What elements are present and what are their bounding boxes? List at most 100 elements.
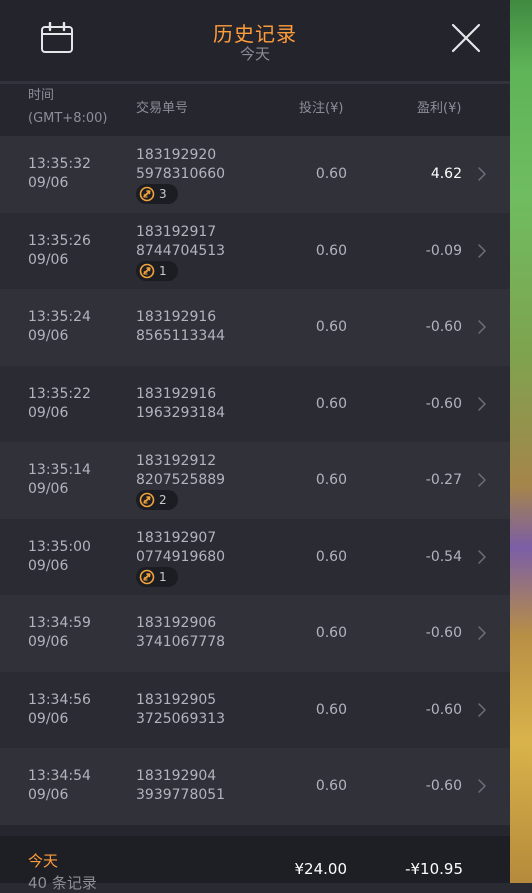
row-time-value: 13:35:32 — [28, 156, 91, 172]
history-panel: 历史记录 今天 时间 (GMT+8:00) 交易单号 投注(¥) 盈利(¥) 1… — [0, 0, 510, 892]
row-order-id-line2: 0774919680 — [136, 548, 226, 565]
row-time-value: 13:35:22 — [28, 385, 91, 402]
row-date-value: 09/06 — [28, 175, 69, 191]
spin-icon — [139, 569, 155, 584]
row-time: 13:35:26 09/06 — [28, 232, 91, 270]
row-order-id: 183192907 0774919680 — [136, 529, 225, 567]
row-date-value: 09/06 — [28, 481, 69, 497]
history-row[interactable]: 13:35:24 09/06 183192916 8565113344 0.60 -0.6… — [0, 289, 510, 366]
row-profit: -0.27 — [425, 472, 462, 488]
row-profit: -0.60 — [425, 319, 462, 335]
row-time-value: 13:34:56 — [28, 691, 91, 708]
history-row[interactable]: 13:35:00 09/06 183192907 0774919680 1 0.60 -0.… — [0, 518, 510, 595]
row-date-value: 09/06 — [28, 328, 69, 344]
row-order-id-line2: 3939778051 — [136, 787, 226, 803]
total-bet: ¥24.00 — [294, 860, 348, 878]
column-header-order-id: 交易单号 — [136, 101, 189, 116]
free-spin-badge: 3 — [136, 184, 178, 204]
row-time: 13:34:54 09/06 — [28, 767, 91, 805]
total-profit: -¥10.95 — [405, 860, 463, 878]
row-profit: -0.09 — [425, 242, 462, 259]
row-profit: -0.60 — [425, 395, 462, 412]
history-row[interactable]: 13:35:14 09/06 183192912 8207525889 2 0.60 -0.… — [0, 442, 510, 519]
row-order-id-line1: 183192906 — [136, 615, 217, 631]
row-bet: 0.60 — [315, 319, 347, 335]
row-order-id-line1: 183192907 — [136, 529, 217, 546]
history-row[interactable]: 13:35:32 09/06 183192920 5978310660 3 0.60 4.6… — [0, 136, 510, 213]
history-row[interactable]: 13:34:56 09/06 183192905 3725069313 0.60 -0.6… — [0, 671, 510, 748]
free-spin-badge: 1 — [136, 566, 178, 587]
column-header-time: 时间 (GMT+8:00) — [28, 85, 107, 129]
row-order-id-line1: 183192916 — [136, 309, 217, 325]
row-order-id-line1: 183192920 — [136, 147, 217, 163]
chevron-right-icon[interactable] — [476, 702, 488, 718]
row-bet: 0.60 — [315, 166, 347, 182]
chevron-right-icon[interactable] — [476, 625, 488, 641]
row-time-value: 13:34:59 — [28, 615, 91, 631]
column-header-bet: 投注(¥) — [299, 101, 344, 116]
free-spin-count: 3 — [159, 187, 167, 201]
row-order-id-line1: 183192916 — [136, 385, 217, 402]
free-spin-count: 1 — [159, 263, 167, 278]
history-row[interactable]: 13:34:54 09/06 183192904 3939778051 0.60 -0.6… — [0, 748, 510, 825]
row-order-id-line1: 183192917 — [136, 223, 217, 240]
row-order-id: 183192916 1963293184 — [136, 385, 225, 423]
row-date-value: 09/06 — [28, 710, 69, 727]
header-divider — [0, 81, 510, 84]
row-time: 13:35:32 09/06 — [28, 155, 91, 193]
history-row[interactable]: 13:34:59 09/06 183192906 3741067778 0.60 -0.6… — [0, 595, 510, 672]
row-time-value: 13:35:26 — [28, 232, 91, 249]
row-date-value: 09/06 — [28, 251, 69, 268]
row-order-id-line1: 183192904 — [136, 768, 217, 784]
chevron-right-icon[interactable] — [476, 472, 488, 488]
row-time-value: 13:35:00 — [28, 538, 91, 555]
spin-icon — [139, 492, 155, 508]
history-row[interactable]: 13:35:22 09/06 183192916 1963293184 0.60 -0.6… — [0, 365, 510, 442]
chevron-right-icon[interactable] — [476, 243, 488, 259]
row-time-value: 13:34:54 — [28, 768, 91, 784]
row-order-id-line1: 183192912 — [136, 453, 217, 469]
chevron-right-icon[interactable] — [476, 549, 488, 565]
summary-footer: 今天 40 条记录 ¥24.00 -¥10.95 — [0, 836, 510, 892]
row-order-id-line2: 3741067778 — [136, 634, 226, 650]
row-date-value: 09/06 — [28, 557, 69, 574]
spin-icon — [139, 263, 155, 278]
row-date-value: 09/06 — [28, 634, 69, 650]
column-header-profit: 盈利(¥) — [417, 101, 462, 116]
chevron-right-icon[interactable] — [476, 166, 488, 182]
row-order-id-line2: 8744704513 — [136, 242, 226, 259]
free-spin-badge: 1 — [136, 260, 178, 281]
row-time-value: 13:35:24 — [28, 309, 91, 325]
row-order-id: 183192904 3939778051 — [136, 767, 225, 805]
row-order-id-line2: 8207525889 — [136, 472, 226, 488]
row-profit: -0.60 — [425, 778, 462, 794]
close-icon[interactable] — [450, 22, 482, 54]
row-order-id-line2: 5978310660 — [136, 166, 226, 182]
free-spin-count: 1 — [159, 569, 167, 584]
header: 历史记录 今天 — [0, 0, 510, 81]
row-date-value: 09/06 — [28, 787, 69, 803]
chevron-right-icon[interactable] — [476, 319, 488, 335]
row-profit: -0.60 — [425, 625, 462, 641]
history-row[interactable]: 13:35:26 09/06 183192917 8744704513 1 0.60 -0.… — [0, 212, 510, 289]
chevron-right-icon[interactable] — [476, 778, 488, 794]
row-bet: 0.60 — [315, 701, 347, 718]
row-order-id: 183192905 3725069313 — [136, 691, 225, 729]
page-subtitle: 今天 — [239, 45, 270, 63]
row-time-value: 13:35:14 — [28, 462, 91, 478]
spin-icon — [139, 186, 155, 202]
row-date-value: 09/06 — [28, 404, 69, 421]
row-order-id-line2: 1963293184 — [136, 404, 226, 421]
row-order-id-line2: 3725069313 — [136, 710, 226, 727]
free-spin-badge: 2 — [136, 490, 178, 510]
row-bet: 0.60 — [315, 242, 347, 259]
row-bet: 0.60 — [315, 625, 347, 641]
chevron-right-icon[interactable] — [476, 396, 488, 412]
row-bet: 0.60 — [315, 548, 347, 565]
row-bet: 0.60 — [315, 395, 347, 412]
row-bet: 0.60 — [315, 472, 347, 488]
row-order-id: 183192917 8744704513 — [136, 223, 225, 261]
background-game-scene — [510, 0, 532, 883]
row-order-id: 183192916 8565113344 — [136, 308, 225, 346]
column-header-time-label: 时间 — [28, 88, 55, 103]
